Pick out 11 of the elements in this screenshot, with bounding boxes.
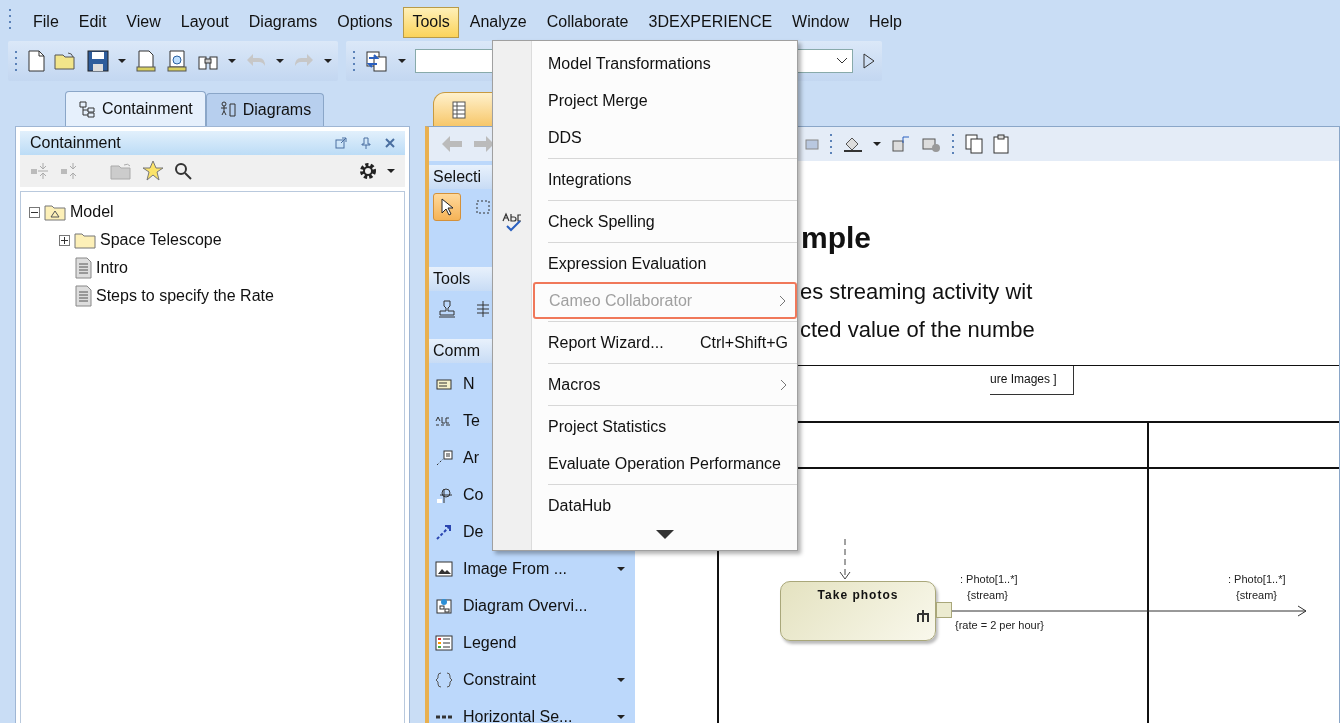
diagram-description: cted value of the numbe	[800, 316, 1035, 344]
diagram-description: es streaming activity wit	[800, 278, 1033, 306]
pin-label: : Photo[1..*]	[1228, 573, 1286, 585]
shortcut-label: Ctrl+Shift+G	[699, 333, 788, 352]
frame-label: ure Images ]	[990, 366, 1074, 395]
stream-label: {stream}	[967, 589, 1008, 601]
pin-label: : Photo[1..*]	[960, 573, 1018, 585]
panel-title: Containment	[30, 134, 121, 152]
rate-label: {rate = 2 per hour}	[955, 619, 1044, 631]
diagram-title: mple	[801, 221, 872, 255]
stream-label: {stream}	[1236, 589, 1277, 601]
